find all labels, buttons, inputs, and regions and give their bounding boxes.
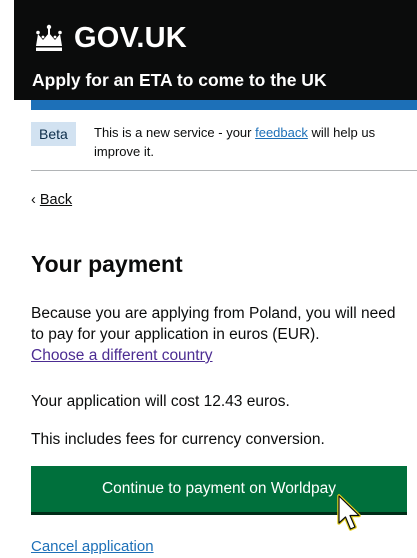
govuk-header: GOV.UK Apply for an ETA to come to the U…	[14, 0, 417, 100]
cost-text: Your application will cost 12.43 euros.	[31, 393, 290, 410]
back-link[interactable]: ‹ Back	[31, 192, 72, 208]
phase-text-before: This is a new service - your	[94, 125, 256, 140]
phase-banner: Beta This is a new service - your feedba…	[31, 115, 417, 171]
beta-tag: Beta	[31, 122, 76, 146]
govuk-logo-link[interactable]: GOV.UK	[32, 22, 187, 55]
choose-country-link[interactable]: Choose a different country	[31, 347, 213, 364]
currency-paragraph: Because you are applying from Poland, yo…	[31, 303, 411, 366]
feedback-link[interactable]: feedback	[255, 125, 308, 140]
currency-text: Because you are applying from Poland, yo…	[31, 305, 396, 343]
logo-text: GOV.UK	[74, 22, 187, 54]
crown-icon	[36, 24, 62, 51]
service-name-link[interactable]: Apply for an ETA to come to the UK	[32, 70, 327, 91]
fees-text: This includes fees for currency conversi…	[31, 431, 325, 448]
header-blue-bar	[31, 100, 417, 110]
phase-banner-text: This is a new service - your feedback wi…	[94, 123, 412, 161]
back-link-label: Back	[39, 192, 73, 208]
cancel-application-link[interactable]: Cancel application	[31, 538, 154, 555]
mouse-pointer-icon	[337, 494, 361, 531]
page-title: Your payment	[31, 251, 183, 277]
chevron-left-icon: ‹	[31, 192, 36, 208]
